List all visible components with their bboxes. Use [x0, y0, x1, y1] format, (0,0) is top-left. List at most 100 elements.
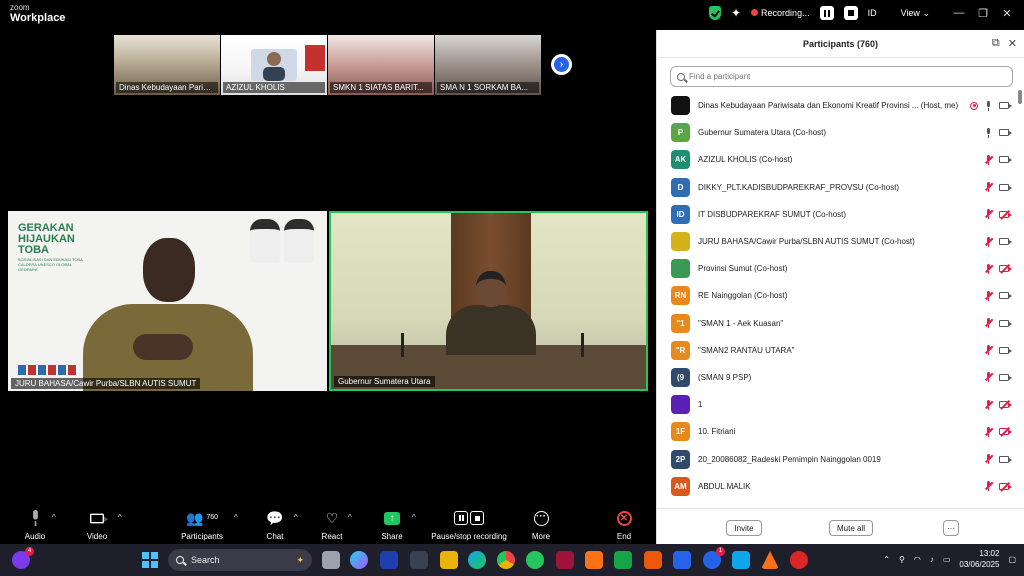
microphone-icon[interactable] [985, 127, 992, 138]
camera-icon[interactable] [999, 373, 1012, 381]
gallery-thumbnail[interactable]: AZIZUL KHOLIS [221, 35, 327, 95]
speaker-icon[interactable]: ♪ [930, 555, 934, 564]
microphone-icon[interactable] [985, 100, 992, 111]
file-explorer-icon[interactable] [440, 551, 458, 569]
participant-row[interactable]: P Gubernur Sumatera Utara (Co-host) [657, 119, 1017, 146]
more-button[interactable]: ··· More [527, 509, 555, 541]
task-view-icon[interactable] [322, 551, 340, 569]
edge-icon[interactable] [468, 551, 486, 569]
search-input[interactable] [689, 72, 989, 81]
audio-button[interactable]: Audio [22, 509, 48, 541]
close-panel-icon[interactable]: ✕ [1008, 37, 1017, 50]
audio-options-caret[interactable]: ^ [52, 513, 56, 522]
microphone-muted-icon[interactable] [984, 454, 994, 465]
participant-row[interactable]: D DIKKY_PLT.KADISBUDPAREKRAF_PROVSU (Co-h… [657, 174, 1017, 201]
widgets-icon[interactable]: 4 [12, 547, 34, 569]
microphone-muted-icon[interactable] [984, 182, 994, 193]
chat-options-caret[interactable]: ^ [294, 513, 298, 522]
wifi-icon[interactable]: ◠ [914, 555, 921, 564]
chrome-icon[interactable] [497, 551, 515, 569]
microphone-muted-icon[interactable] [984, 209, 994, 220]
windows-start-icon[interactable] [142, 552, 158, 568]
microphone-muted-icon[interactable] [984, 372, 994, 383]
gallery-thumbnail[interactable]: SMA N 1 SORKAM BA... [435, 35, 541, 95]
gallery-next-button[interactable]: › [551, 54, 572, 75]
app-icon[interactable] [410, 551, 428, 569]
participant-row[interactable]: JURU BAHASA/Cawir Purba/SLBN AUTIS SUMUT… [657, 228, 1017, 255]
participant-row[interactable]: 1 [657, 391, 1017, 418]
app-icon[interactable] [644, 551, 662, 569]
camera-off-icon[interactable] [999, 264, 1012, 274]
camera-icon[interactable] [999, 319, 1012, 327]
sparkle-icon[interactable]: ✦ [731, 6, 741, 20]
app-icon[interactable] [614, 551, 632, 569]
participants-options-caret[interactable]: ^ [234, 513, 238, 522]
camera-icon[interactable] [999, 292, 1012, 300]
meeting-id-button[interactable]: ID [868, 8, 877, 18]
vscode-icon[interactable] [673, 551, 691, 569]
participant-row[interactable]: Dinas Kebudayaan Pariwisata dan Ekonomi … [657, 92, 1017, 119]
react-button[interactable]: ♡ React [318, 509, 346, 541]
camera-icon[interactable] [999, 129, 1012, 137]
microphone-muted-icon[interactable] [984, 399, 994, 410]
participant-row[interactable]: RN RE Nainggolan (Co-host) [657, 282, 1017, 309]
taskbar-search[interactable]: Search ✦ [168, 549, 312, 571]
restore-button[interactable]: ❐ [976, 7, 990, 20]
share-button[interactable]: ↑ Share [378, 509, 406, 541]
share-options-caret[interactable]: ^ [412, 513, 416, 522]
video-tile-gubernur[interactable]: Gubernur Sumatera Utara [329, 211, 648, 391]
participants-button[interactable]: 👥 760 Participants [180, 509, 224, 541]
accessibility-icon[interactable]: ⚲ [899, 555, 905, 564]
zoom-icon[interactable]: 1 [703, 547, 725, 569]
participant-row[interactable]: (9 (SMAN 9 PSP) [657, 364, 1017, 391]
microphone-muted-icon[interactable] [984, 318, 994, 329]
camera-off-icon[interactable] [999, 427, 1012, 437]
camera-icon[interactable] [999, 238, 1012, 246]
powerpoint-icon[interactable] [790, 551, 808, 569]
microphone-muted-icon[interactable] [984, 345, 994, 356]
app-icon[interactable] [380, 551, 398, 569]
battery-icon[interactable]: ▭ [943, 555, 951, 564]
video-tile-juru-bahasa[interactable]: GERAKAN HIJAUKAN TOBA SOSIALISASI DAN ED… [8, 211, 327, 391]
participant-row[interactable]: Provinsi Sumut (Co-host) [657, 255, 1017, 282]
video-options-caret[interactable]: ^ [118, 513, 122, 522]
camera-icon[interactable] [999, 156, 1012, 164]
participant-row[interactable]: ID IT DISBUDPAREKRAF SUMUT (Co-host) [657, 201, 1017, 228]
mute-all-button[interactable]: Mute all [829, 520, 873, 536]
participant-row[interactable]: "1 "SMAN 1 - Aek Kuasan" [657, 310, 1017, 337]
microphone-muted-icon[interactable] [984, 290, 994, 301]
stop-recording-icon[interactable] [843, 6, 858, 20]
list-scrollbar[interactable] [1018, 90, 1022, 104]
app-icon[interactable] [732, 551, 750, 569]
panel-more-button[interactable]: ··· [943, 520, 959, 536]
participant-row[interactable]: 1F 10. Fitriani [657, 418, 1017, 445]
participant-row[interactable]: 2P 20_20086082_Radeski Pemimpin Nainggola… [657, 445, 1017, 472]
camera-off-icon[interactable] [999, 400, 1012, 410]
app-icon[interactable] [556, 551, 574, 569]
camera-icon[interactable] [999, 346, 1012, 354]
microphone-muted-icon[interactable] [984, 154, 994, 165]
camera-off-icon[interactable] [999, 481, 1012, 492]
camera-icon[interactable] [999, 183, 1012, 191]
microphone-muted-icon[interactable] [984, 481, 994, 492]
gallery-thumbnail[interactable]: SMKN 1 SIATAS BARIT... [328, 35, 434, 95]
taskbar-clock[interactable]: 13:02 03/06/2025 [959, 548, 999, 570]
tray-caret-icon[interactable]: ⌃ [883, 555, 890, 564]
pause-recording-icon[interactable] [819, 6, 834, 20]
camera-icon[interactable] [999, 102, 1012, 110]
participant-row[interactable]: AM ABDUL MALIK [657, 473, 1017, 500]
participant-row[interactable]: AK AZIZUL KHOLIS (Co-host) [657, 146, 1017, 173]
pause-stop-recording-button[interactable]: Pause/stop recording [428, 509, 510, 541]
chat-button[interactable]: 💬 Chat [262, 509, 288, 541]
whatsapp-icon[interactable] [526, 551, 544, 569]
microphone-muted-icon[interactable] [984, 236, 994, 247]
react-options-caret[interactable]: ^ [348, 513, 352, 522]
camera-off-icon[interactable] [999, 209, 1012, 220]
vlc-icon[interactable] [761, 551, 779, 569]
notifications-icon[interactable]: ▢ [1008, 555, 1016, 564]
gallery-thumbnail[interactable]: Dinas Kebudayaan Pariwis... [114, 35, 220, 95]
camera-icon[interactable] [999, 455, 1012, 463]
view-button[interactable]: View ⌄ [901, 8, 930, 19]
microphone-muted-icon[interactable] [984, 263, 994, 274]
app-icon[interactable] [585, 551, 603, 569]
